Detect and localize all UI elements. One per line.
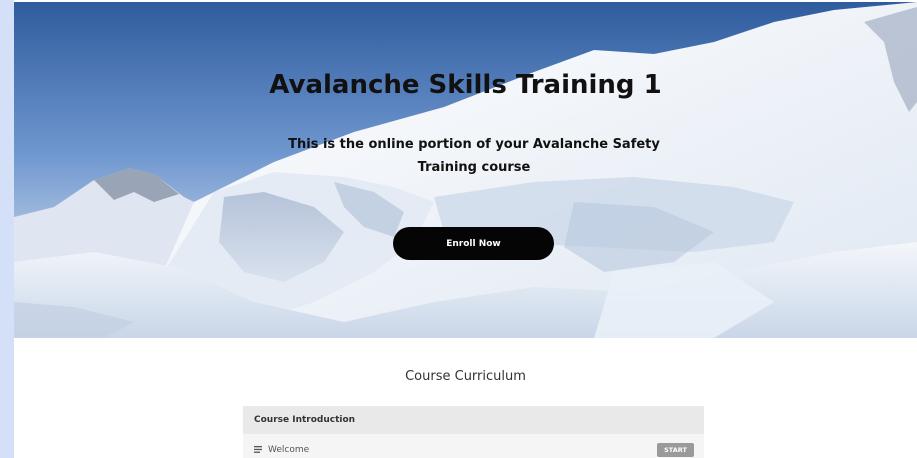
curriculum-heading: Course Curriculum <box>405 369 526 384</box>
text-lines-icon <box>254 446 262 453</box>
curriculum-section: Course Introduction Welcome START <box>243 406 704 458</box>
lecture-row-welcome[interactable]: Welcome START <box>243 434 704 458</box>
start-lecture-button[interactable]: START <box>657 443 694 457</box>
course-title: Avalanche Skills Training 1 <box>269 70 662 100</box>
course-landing-page: Avalanche Skills Training 1 This is the … <box>14 0 917 458</box>
hero-banner: Avalanche Skills Training 1 This is the … <box>14 2 917 338</box>
section-header: Course Introduction <box>243 406 704 434</box>
course-subtitle: This is the online portion of your Avala… <box>288 137 660 175</box>
lecture-title: Welcome <box>268 445 310 455</box>
enroll-now-button[interactable]: Enroll Now <box>393 227 554 260</box>
browser-left-edge <box>0 0 14 458</box>
